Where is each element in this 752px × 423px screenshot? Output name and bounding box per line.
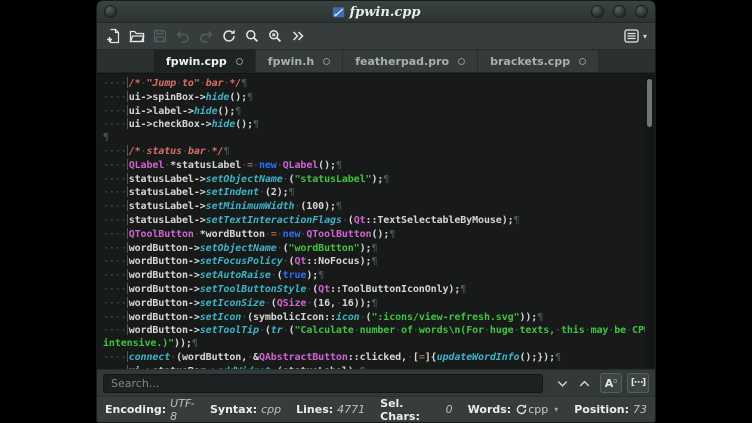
tab-close-icon[interactable]	[236, 58, 243, 65]
code-line: ····/*·"Jump·to"·bar·*/¶	[103, 77, 645, 91]
status-field-label: Lines:	[296, 403, 333, 416]
search-input[interactable]	[103, 374, 543, 393]
tab-close-icon[interactable]	[323, 58, 330, 65]
menu-icon	[623, 28, 640, 44]
scrollbar-thumb[interactable]	[647, 79, 652, 127]
code-line: ····ui->checkBox->hide();¶	[103, 118, 645, 132]
code-line: ····wordButton->setFocusPolicy·(Qt::NoFo…	[103, 255, 645, 269]
edit-find-icon[interactable]	[240, 25, 263, 47]
code-line: ····QToolButton·*wordButton·=·new·QToolB…	[103, 228, 645, 242]
document-save-icon	[148, 25, 171, 47]
titlebar-left-button[interactable]	[104, 5, 117, 18]
toolbar-buttons	[102, 25, 309, 47]
tab-bar: fpwin.cpp fpwin.h featherpad.pro brackets.c…	[97, 49, 655, 73]
chevron-down-icon[interactable]	[551, 373, 573, 393]
menu-button[interactable]: ▾	[623, 28, 647, 44]
minimize-button[interactable]	[591, 5, 604, 18]
featherpad-window: fpwin.cpp ▾ fpwin.cpp fpwin.h featherpad.p…	[96, 0, 656, 423]
status-field: Syntax: cpp	[210, 403, 281, 416]
code-lines: ····/*·"Jump·to"·bar·*/¶····ui->spinBox-…	[103, 77, 645, 369]
code-line: intensive.)"));¶	[103, 338, 645, 351]
code-line: ····connect·(wordButton,·&QAbstractButto…	[103, 351, 645, 365]
position-label: Position:	[574, 403, 629, 416]
maximize-button[interactable]	[613, 5, 626, 18]
code-line: ····wordButton->setAutoRaise·(true);¶	[103, 269, 645, 283]
code-line: ····statusLabel->setObjectName·("statusL…	[103, 173, 645, 187]
vertical-scrollbar[interactable]	[645, 75, 654, 368]
chevron-down-icon: ▾	[643, 32, 647, 41]
code-line: ····wordButton->setObjectName·("wordButt…	[103, 242, 645, 256]
code-line: ····QLabel·*statusLabel·=·new·QLabel();¶	[103, 159, 645, 173]
tab-fpwin.h[interactable]: fpwin.h	[256, 50, 343, 72]
code-line: ····wordButton->setToolTip·(tr·("Calcula…	[103, 324, 645, 338]
edit-find-replace-icon[interactable]	[263, 25, 286, 47]
code-line: ····ui->statusBar->addWidget·(statusLabe…	[103, 365, 645, 369]
status-field: Lines: 4771	[296, 403, 365, 416]
syntax-language-select[interactable]: cpp ▾	[528, 403, 558, 416]
search-controls: A▫[⋯]	[551, 373, 649, 393]
window-title-text: fpwin.cpp	[350, 5, 421, 20]
edit-undo-icon	[171, 25, 194, 47]
code-line: ¶	[103, 132, 645, 145]
featherpad-app-icon	[332, 5, 346, 19]
document-new-icon[interactable]	[102, 25, 125, 47]
edit-redo-icon	[194, 25, 217, 47]
tab-label: brackets.cpp	[490, 55, 570, 68]
status-field-label: Syntax:	[210, 403, 257, 416]
chevron-down-icon: ▾	[554, 405, 558, 414]
close-button[interactable]	[635, 5, 648, 18]
status-field: Words:	[468, 403, 529, 416]
tab-label: featherpad.pro	[355, 55, 449, 68]
position-field: Position: 73	[574, 403, 647, 416]
chevron-up-icon[interactable]	[573, 373, 595, 393]
code-line: ····/*·status·bar·*/¶	[103, 145, 645, 159]
tab-label: fpwin.cpp	[166, 55, 227, 68]
language-value: cpp	[528, 403, 548, 416]
tab-featherpad.pro[interactable]: featherpad.pro	[343, 50, 478, 72]
tab-brackets.cpp[interactable]: brackets.cpp	[478, 50, 599, 72]
status-field-label: Words:	[468, 403, 512, 416]
window-title: fpwin.cpp	[332, 1, 421, 23]
match-case-icon[interactable]: A▫	[600, 373, 622, 393]
status-field: Sel. Chars: 0	[380, 397, 453, 423]
status-field-label: Sel. Chars:	[380, 397, 442, 423]
code-line: ····statusLabel->setMinimumWidth·(100);¶	[103, 200, 645, 214]
status-field: Encoding: UTF-8	[105, 397, 195, 423]
status-field-value: 0	[446, 403, 453, 416]
tab-close-icon[interactable]	[458, 58, 465, 65]
whole-words-icon[interactable]: [⋯]	[627, 373, 649, 393]
code-line: ····wordButton->setIcon·(symbolicIcon::i…	[103, 311, 645, 325]
code-line: ····statusLabel->setTextInteractionFlags…	[103, 214, 645, 228]
toolbar: ▾	[97, 23, 655, 49]
status-field-value: cpp	[261, 403, 281, 416]
code-line: ····statusLabel->setIndent·(2);¶	[103, 186, 645, 200]
status-fields: Encoding: UTF-8 Syntax: cpp Lines: 4771 Sel. C…	[105, 397, 528, 423]
tab-close-icon[interactable]	[579, 58, 586, 65]
search-bar: A▫[⋯]	[97, 369, 655, 396]
status-field-label: Encoding:	[105, 403, 166, 416]
status-field-value: 4771	[337, 403, 365, 416]
text-editor[interactable]: ····/*·"Jump·to"·bar·*/¶····ui->spinBox-…	[97, 73, 655, 369]
view-refresh-icon[interactable]	[217, 25, 240, 47]
tab-fpwin.cpp[interactable]: fpwin.cpp	[153, 50, 256, 72]
status-bar: Encoding: UTF-8 Syntax: cpp Lines: 4771 Sel. C…	[97, 396, 655, 422]
title-bar[interactable]: fpwin.cpp	[97, 1, 655, 23]
document-open-icon[interactable]	[125, 25, 148, 47]
refresh-icon[interactable]	[515, 403, 528, 416]
overflow-chevrons-icon[interactable]	[286, 25, 309, 47]
code-line: ····wordButton->setIconSize·(QSize·(16,·…	[103, 297, 645, 311]
tab-label: fpwin.h	[268, 55, 314, 68]
code-line: ····ui->spinBox->hide();¶	[103, 91, 645, 105]
code-line: ····ui->label->hide();¶	[103, 105, 645, 119]
code-line: ····wordButton->setToolButtonStyle·(Qt::…	[103, 283, 645, 297]
status-field-value: UTF-8	[170, 397, 195, 423]
position-value: 73	[633, 403, 647, 416]
